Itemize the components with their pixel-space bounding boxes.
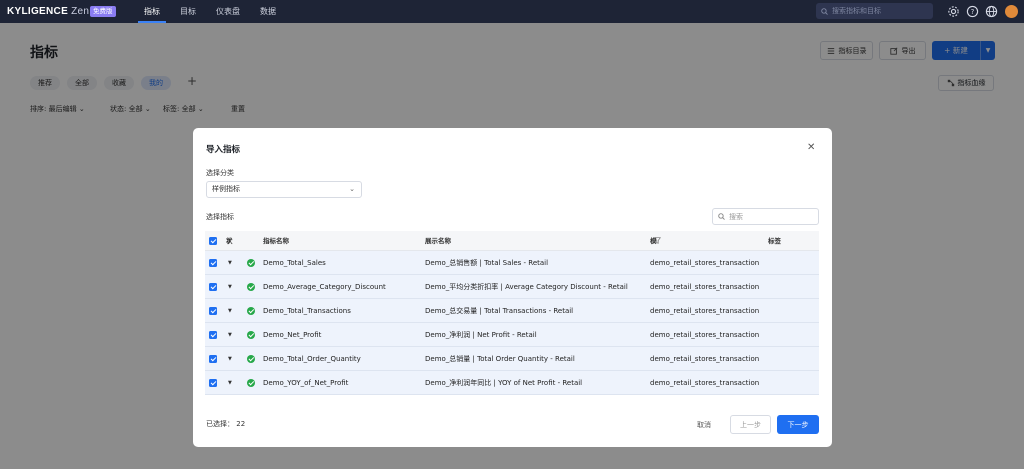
- expand-icon[interactable]: ▼: [228, 323, 232, 347]
- column-display: 展示名称: [425, 237, 451, 245]
- top-nav: KYLIGENCE Zen 免费版 指标 目标 仪表盘 数据 搜索指标和目标 ?: [0, 0, 1024, 23]
- globe-icon[interactable]: [985, 5, 998, 18]
- category-select[interactable]: 样例指标 ⌄: [206, 181, 362, 198]
- expand-icon[interactable]: ▼: [228, 275, 232, 299]
- search-icon: [821, 7, 828, 15]
- table-row[interactable]: ▼ Demo_Net_Profit Demo_净利润 | Net Profit …: [205, 323, 819, 347]
- help-icon[interactable]: ?: [966, 5, 979, 18]
- table-row[interactable]: ▼ Demo_Total_Order_Quantity Demo_总销量 | T…: [205, 347, 819, 371]
- nav-tab-data[interactable]: 数据: [260, 0, 276, 23]
- status-ok-icon: [247, 307, 255, 315]
- column-model[interactable]: 模型名: [650, 231, 661, 285]
- expand-icon[interactable]: ▼: [228, 251, 232, 275]
- table-row[interactable]: ▼ Demo_Total_Transactions Demo_总交易量 | To…: [205, 299, 819, 323]
- row-checkbox[interactable]: [209, 307, 217, 315]
- row-checkbox[interactable]: [209, 379, 217, 387]
- select-metrics-label: 选择指标: [206, 213, 234, 221]
- svg-text:?: ?: [971, 8, 975, 16]
- table-header: 状态 ⇕ 指标名称 展示名称 模型名 标签: [205, 231, 819, 285]
- chevron-down-icon: ⌄: [349, 185, 355, 193]
- status-ok-icon: [247, 355, 255, 363]
- previous-step-button[interactable]: 上一步: [730, 415, 771, 434]
- category-label: 选择分类: [206, 169, 234, 177]
- status-ok-icon: [247, 331, 255, 339]
- expand-icon[interactable]: ▼: [228, 299, 232, 323]
- row-checkbox[interactable]: [209, 331, 217, 339]
- cancel-button[interactable]: 取消: [688, 415, 720, 434]
- metric-search-input[interactable]: 搜索: [712, 208, 819, 225]
- status-ok-icon: [247, 259, 255, 267]
- status-ok-icon: [247, 283, 255, 291]
- next-step-button[interactable]: 下一步: [777, 415, 819, 434]
- settings-icon[interactable]: [947, 5, 960, 18]
- row-checkbox[interactable]: [209, 355, 217, 363]
- status-ok-icon: [247, 379, 255, 387]
- row-checkbox[interactable]: [209, 283, 217, 291]
- edition-badge: 免费版: [90, 6, 116, 17]
- import-metrics-dialog: 导入指标 ✕ 选择分类 样例指标 ⌄ 选择指标 搜索 状态 ⇕ 指标名称 展示名…: [193, 128, 832, 447]
- column-name: 指标名称: [263, 237, 289, 245]
- search-icon: [718, 213, 725, 220]
- table-row[interactable]: ▼ Demo_Average_Category_Discount Demo_平均…: [205, 275, 819, 299]
- nav-tab-goals[interactable]: 目标: [180, 0, 196, 23]
- nav-tab-dashboard[interactable]: 仪表盘: [216, 0, 240, 23]
- brand-logo[interactable]: KYLIGENCE Zen: [7, 6, 89, 17]
- row-checkbox[interactable]: [209, 259, 217, 267]
- expand-icon[interactable]: ▼: [228, 371, 232, 395]
- table-row[interactable]: ▼ Demo_Total_Sales Demo_总销售额 | Total Sal…: [205, 251, 819, 275]
- dialog-title: 导入指标: [206, 145, 241, 155]
- select-all-checkbox[interactable]: [209, 237, 217, 245]
- selected-count: 已选择： 22: [206, 420, 246, 428]
- global-search-input[interactable]: 搜索指标和目标: [816, 3, 933, 19]
- expand-icon[interactable]: ▼: [228, 347, 232, 371]
- column-status[interactable]: 状态 ⇕: [226, 231, 233, 265]
- table-row[interactable]: ▼ Demo_YOY_of_Net_Profit Demo_净利润年同比 | Y…: [205, 371, 819, 395]
- nav-tab-metrics[interactable]: 指标: [138, 0, 166, 23]
- avatar[interactable]: [1005, 5, 1018, 18]
- column-tags: 标签: [768, 237, 781, 245]
- close-icon[interactable]: ✕: [807, 142, 815, 153]
